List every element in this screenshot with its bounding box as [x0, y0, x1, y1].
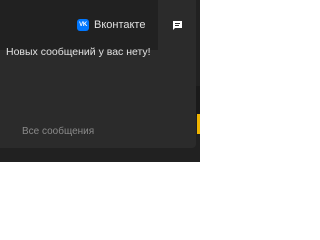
side-divider	[196, 86, 200, 116]
all-messages-link[interactable]: Все сообщения	[22, 126, 94, 137]
empty-messages-text: Новых сообщений у вас нету!	[6, 46, 151, 58]
message-icon	[172, 20, 182, 30]
tab-messages[interactable]	[158, 0, 196, 50]
vk-logo-icon: VK	[77, 19, 89, 31]
tab-vkontakte-label: Вконтакте	[94, 19, 146, 31]
popup-tab-bar: VK Вконтакте	[0, 0, 200, 50]
tab-vkontakte[interactable]: VK Вконтакте	[72, 0, 156, 50]
accent-strip	[197, 114, 200, 134]
